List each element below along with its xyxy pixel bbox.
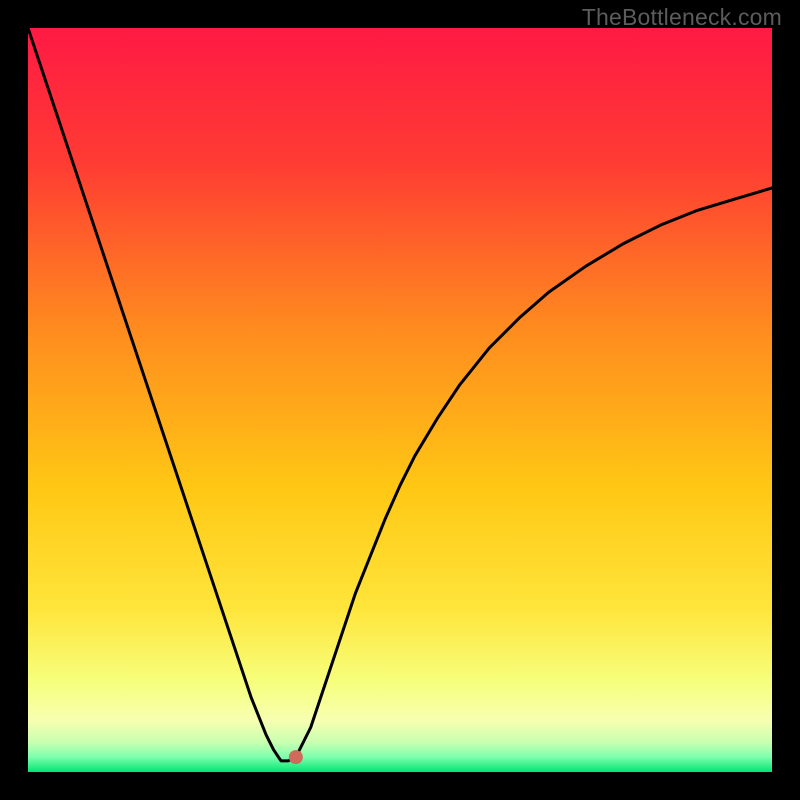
plot-outer-border	[28, 28, 772, 772]
bottleneck-plot	[28, 28, 772, 772]
gradient-background	[28, 28, 772, 772]
chart-frame: TheBottleneck.com	[0, 0, 800, 800]
minimum-marker	[289, 750, 303, 764]
watermark-text: TheBottleneck.com	[582, 4, 782, 31]
